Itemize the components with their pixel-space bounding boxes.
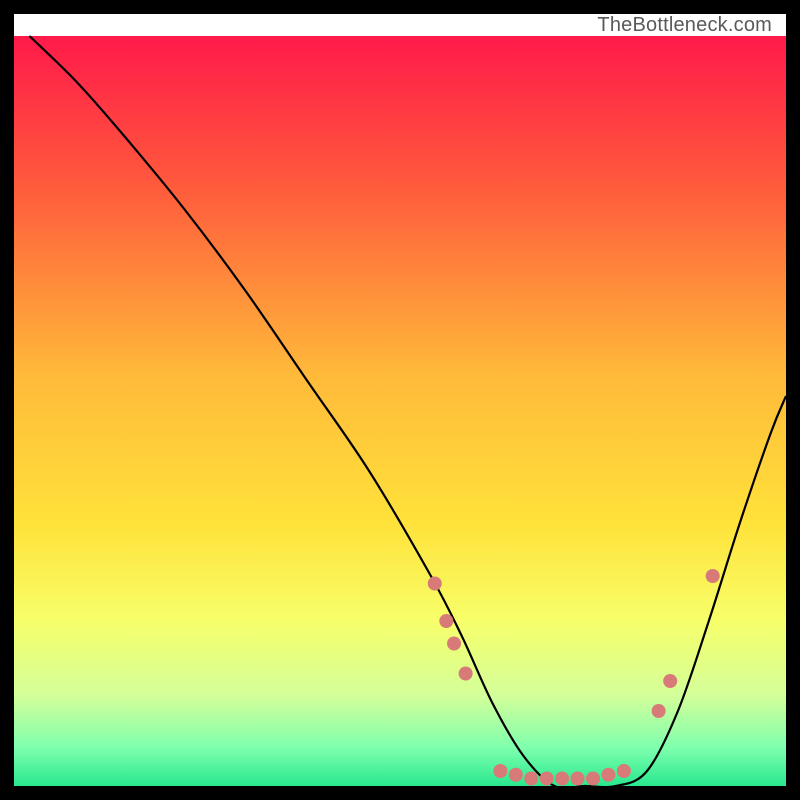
data-marker [652, 704, 666, 718]
data-marker [493, 764, 507, 778]
data-marker [509, 768, 523, 782]
data-marker [706, 569, 720, 583]
data-marker [571, 772, 585, 786]
data-marker [459, 667, 473, 681]
data-marker [663, 674, 677, 688]
data-marker [447, 637, 461, 651]
watermark-text: TheBottleneck.com [597, 14, 772, 37]
data-marker [428, 577, 442, 591]
data-marker [586, 772, 600, 786]
data-marker [540, 772, 554, 786]
data-marker [601, 768, 615, 782]
chart-frame: TheBottleneck.com [14, 14, 786, 786]
data-marker [439, 614, 453, 628]
data-marker [555, 772, 569, 786]
data-marker [524, 772, 538, 786]
data-marker [617, 764, 631, 778]
gradient-background [14, 36, 786, 786]
bottleneck-chart [14, 14, 786, 786]
